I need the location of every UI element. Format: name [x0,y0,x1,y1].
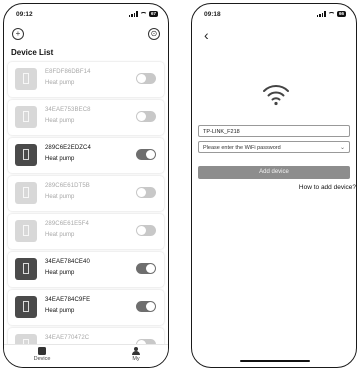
device-name: 289C6E61DT5B [45,183,90,189]
heat-pump-icon [15,106,37,128]
device-name: 34EAE753BEC8 [45,107,91,113]
bottom-tab-bar: Device My [4,344,168,367]
device-list: E8FDF86DBF14 Heat pump 34EAE753BEC8 Heat pu… [8,62,164,366]
device-name: E8FDF86DBF14 [45,69,91,75]
status-time: 09:12 [16,11,33,18]
power-toggle[interactable] [136,225,156,236]
wifi-password-field[interactable]: Please enter the WiFi password ⌄ [198,141,350,153]
power-toggle[interactable] [136,187,156,198]
page-title: Device List [11,48,54,57]
heat-pump-icon [15,144,37,166]
device-card[interactable]: 34EAE753BEC8 Heat pump [8,100,164,135]
status-bar: 09:18 66 [204,11,346,21]
power-toggle[interactable] [136,111,156,122]
scan-icon[interactable]: ⊙ [148,28,160,40]
device-name: 34EAE784CE40 [45,259,90,265]
device-name: 34EAE770472C [45,335,90,341]
status-time: 09:18 [204,11,221,18]
tab-device[interactable]: Device [22,347,62,362]
wifi-status-icon [139,11,147,17]
power-toggle[interactable] [136,263,156,274]
device-type: Heat pump [45,194,75,200]
tab-my[interactable]: My [116,347,156,362]
device-type: Heat pump [45,232,75,238]
device-name: 289C6E61E5F4 [45,221,89,227]
status-bar: 09:12 67 [16,11,158,21]
chevron-down-icon: ⌄ [339,145,345,151]
wifi-icon [263,85,289,106]
power-toggle[interactable] [136,301,156,312]
heat-pump-icon [15,68,37,90]
add-icon[interactable]: + [12,28,24,40]
device-type: Heat pump [45,80,75,86]
device-name: 289C6E2EDZC4 [45,145,91,151]
device-card[interactable]: 289C6E61DT5B Heat pump [8,176,164,211]
device-type: Heat pump [45,156,75,162]
heat-pump-icon [15,296,37,318]
battery-icon: 67 [148,11,158,17]
device-card[interactable]: 289C6E61E5F4 Heat pump [8,214,164,249]
ssid-field[interactable]: TP-LINK_F218 [198,125,350,137]
password-placeholder: Please enter the WiFi password [203,145,281,151]
device-card[interactable]: E8FDF86DBF14 Heat pump [8,62,164,97]
wifi-status-icon [327,11,335,17]
signal-icon [316,11,326,17]
person-icon [132,347,140,355]
back-icon[interactable]: ‹ [204,28,209,42]
power-toggle[interactable] [136,149,156,160]
device-card[interactable]: 34EAE784CE40 Heat pump [8,252,164,287]
heat-pump-icon [15,220,37,242]
device-type: Heat pump [45,118,75,124]
device-card[interactable]: 289C6E2EDZC4 Heat pump [8,138,164,173]
add-device-screen: 09:18 66 ‹ TP-LINK_F218 Please enter the… [191,3,357,368]
heat-pump-icon [15,258,37,280]
device-name: 34EAE784C9FE [45,297,91,303]
heat-pump-icon [15,182,37,204]
add-device-button[interactable]: Add device [198,166,350,179]
device-icon [38,347,46,355]
how-to-add-link[interactable]: How to add device? [299,184,356,191]
power-toggle[interactable] [136,73,156,84]
tab-device-label: Device [33,356,51,362]
home-indicator [240,359,310,362]
signal-icon [128,11,138,17]
battery-icon: 66 [336,11,346,17]
device-card[interactable]: 34EAE784C9FE Heat pump [8,290,164,325]
tab-my-label: My [132,356,140,362]
device-type: Heat pump [45,308,75,314]
device-list-screen: 09:12 67 + ⊙ Device List E8FDF86DBF14 Hea… [3,3,169,368]
device-type: Heat pump [45,270,75,276]
